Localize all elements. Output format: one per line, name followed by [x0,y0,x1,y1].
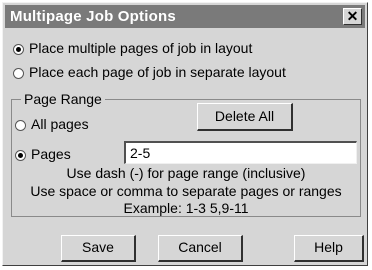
pages-label[interactable]: Pages [31,146,71,162]
cancel-button-label: Cancel [178,239,222,255]
save-button-label: Save [82,239,114,255]
title-bar[interactable]: Multipage Job Options ✕ [5,5,365,28]
page-range-group-title: Page Range [21,91,105,107]
place-multiple-radio[interactable] [13,44,24,55]
all-pages-label[interactable]: All pages [31,116,89,132]
help-text-line-3: Example: 1-3 5,9-11 [123,200,249,216]
delete-all-label: Delete All [214,108,275,124]
help-text-line-1: Use dash (-) for page range (inclusive) [66,165,306,181]
pages-input-value: 2-5 [130,145,151,161]
cancel-button[interactable]: Cancel [158,235,243,262]
place-each-radio[interactable] [13,68,24,79]
help-button[interactable]: Help [294,235,364,262]
all-pages-radio[interactable] [15,120,26,131]
help-text-line-2: Use space or comma to separate pages or … [30,183,342,199]
window-title: Multipage Job Options [10,8,176,25]
pages-input[interactable]: 2-5 [124,141,357,164]
close-icon: ✕ [346,8,359,24]
place-multiple-label[interactable]: Place multiple pages of job in layout [29,40,252,56]
help-button-label: Help [314,239,343,255]
close-button[interactable]: ✕ [343,8,362,25]
multipage-job-options-dialog: Multipage Job Options ✕ Place multiple p… [2,2,368,266]
delete-all-button[interactable]: Delete All [197,103,293,131]
save-button[interactable]: Save [61,235,136,262]
pages-radio[interactable] [15,150,26,161]
place-each-label[interactable]: Place each page of job in separate layou… [29,64,286,80]
